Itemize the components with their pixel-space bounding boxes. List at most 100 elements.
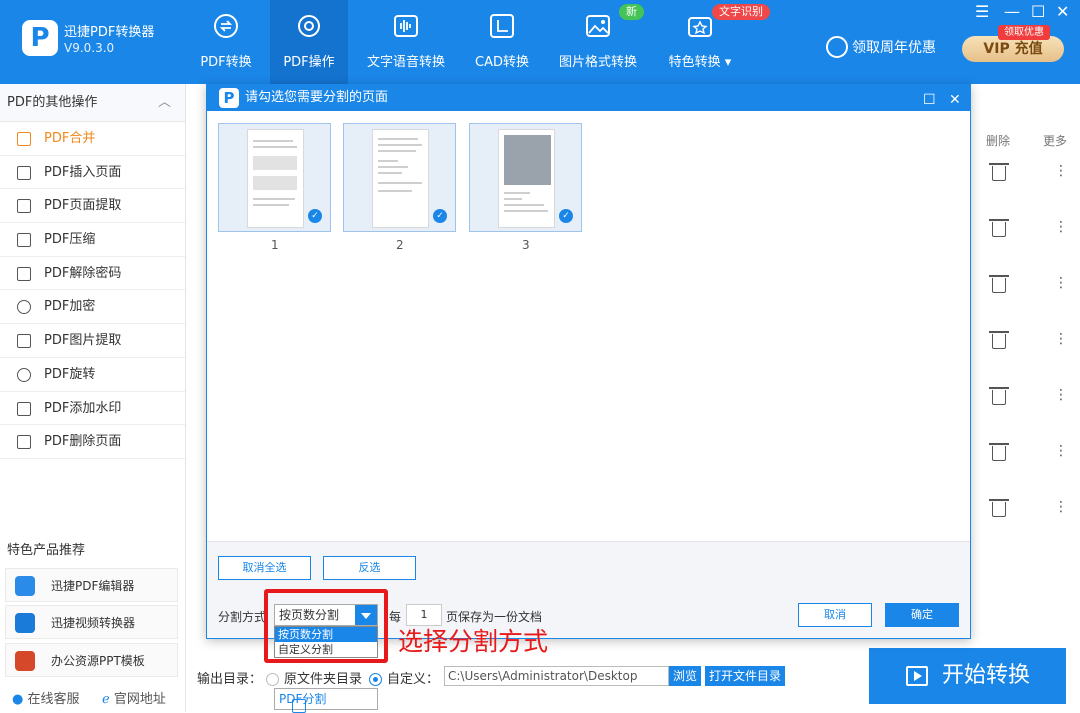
website-link[interactable]: ℯ 官网地址 (102, 688, 166, 707)
maximize-icon[interactable]: ☐ (1031, 2, 1045, 21)
tab-pdf-operation[interactable]: PDF操作 (270, 0, 348, 84)
sidebar-item-label: PDF解除密码 (44, 265, 122, 281)
tab-text-speech[interactable]: 文字语音转换 (362, 0, 450, 84)
close-icon[interactable]: ✕ (1056, 2, 1069, 21)
shield-icon (17, 300, 31, 315)
product-video-converter[interactable]: 迅捷视频转换器 (5, 605, 178, 639)
page-thumbnail[interactable]: ✓ (469, 123, 582, 232)
tab-label: CAD转换 (475, 55, 529, 70)
annotation-text: 选择分割方式 (398, 627, 549, 656)
more-icon[interactable]: ⋮ (1054, 388, 1068, 402)
page-thumbnail[interactable]: ✓ (343, 123, 456, 232)
trash-icon[interactable] (989, 275, 1009, 293)
more-icon[interactable]: ⋮ (1054, 276, 1068, 290)
sidebar-item-compress[interactable]: PDF压缩 (0, 223, 185, 257)
checkmark-icon[interactable]: ✓ (433, 209, 447, 223)
ppt-icon (15, 651, 35, 671)
trash-icon[interactable] (989, 219, 1009, 237)
dialog-title: 请勾选您需要分割的页面 (245, 90, 389, 105)
ie-icon: ℯ (102, 692, 110, 707)
extract-page-icon (17, 199, 31, 214)
more-icon[interactable]: ⋮ (1054, 332, 1068, 346)
radio-original-dir[interactable]: 原文件夹目录 (266, 668, 362, 687)
sidebar-item-delete-page[interactable]: PDF删除页面 (0, 425, 185, 459)
promo-label: 领取周年优惠 (852, 40, 936, 56)
radio-icon (266, 673, 279, 686)
minimize-icon[interactable]: — (1004, 2, 1020, 21)
invert-selection-button[interactable]: 反选 (323, 556, 416, 580)
sidebar-item-merge[interactable]: PDF合并 (0, 122, 185, 156)
user-icon (826, 36, 848, 58)
output-path-field[interactable]: C:\Users\Administrator\Desktop (444, 666, 669, 686)
product-pdf-editor[interactable]: 迅捷PDF编辑器 (5, 568, 178, 602)
maximize-icon[interactable]: ☐ (923, 87, 936, 113)
sidebar-item-label: PDF删除页面 (44, 434, 122, 450)
browse-button[interactable]: 浏览 (669, 666, 702, 686)
sidebar-item-watermark[interactable]: PDF添加水印 (0, 392, 185, 426)
app-version: V9.0.3.0 (64, 41, 115, 55)
deselect-all-button[interactable]: 取消全选 (218, 556, 311, 580)
sidebar-item-label: PDF页面提取 (44, 198, 122, 214)
checkmark-icon[interactable]: ✓ (559, 209, 573, 223)
radio-checked-icon (369, 673, 382, 686)
chevron-up-icon: ︿ (157, 95, 171, 110)
site-label: 官网地址 (113, 692, 166, 707)
tab-label: PDF操作 (283, 55, 335, 70)
sidebar-item-encrypt[interactable]: PDF加密 (0, 290, 185, 325)
sidebar-item-rotate[interactable]: PDF旋转 (0, 358, 185, 392)
dialog-title-bar: P 请勾选您需要分割的页面 ☐ ✕ (207, 85, 970, 111)
page-thumbnail[interactable]: ✓ (218, 123, 331, 232)
cancel-button[interactable]: 取消 (798, 603, 872, 627)
insert-page-icon (17, 165, 31, 180)
trash-icon[interactable] (989, 499, 1009, 517)
sidebar-item-insert-page[interactable]: PDF插入页面 (0, 156, 185, 190)
recommend-title: 特色产品推荐 (7, 543, 86, 558)
sidebar-item-image-extract[interactable]: PDF图片提取 (0, 324, 185, 358)
tab-cad[interactable]: CAD转换 (466, 0, 538, 84)
sidebar-item-label: PDF图片提取 (44, 333, 122, 349)
sidebar-header-label: PDF的其他操作 (7, 95, 98, 110)
output-label: 输出目录： (197, 672, 263, 687)
online-service-link[interactable]: ● 在线客服 (12, 688, 80, 707)
start-convert-button[interactable]: 开始转换 (869, 648, 1066, 704)
radio-custom-dir[interactable]: 自定义： (369, 668, 439, 687)
menu-icon[interactable]: ☰ (975, 2, 989, 21)
sidebar-item-label: PDF旋转 (44, 366, 96, 382)
product-label: 迅捷PDF编辑器 (51, 579, 135, 593)
sidebar-item-split[interactable]: PDF分割 (274, 688, 378, 713)
page-preview (372, 129, 429, 228)
page-number: 1 (271, 238, 279, 252)
sidebar-item-label: PDF添加水印 (44, 400, 122, 416)
more-icon[interactable]: ⋮ (1054, 500, 1068, 514)
product-ppt-templates[interactable]: 办公资源PPT模板 (5, 643, 178, 677)
video-converter-icon (15, 613, 35, 633)
sidebar-item-label: PDF加密 (44, 299, 96, 315)
ok-button[interactable]: 确定 (885, 603, 959, 627)
close-icon[interactable]: ✕ (949, 87, 961, 113)
rotate-icon (17, 367, 31, 382)
convert-icon (214, 14, 238, 38)
sidebar-header[interactable]: PDF的其他操作 ︿ (0, 84, 185, 122)
promo-link[interactable]: 领取周年优惠 (826, 36, 936, 59)
service-label: 在线客服 (27, 692, 80, 707)
delete-page-icon (17, 435, 31, 450)
image-icon (586, 15, 610, 37)
sound-wave-icon (394, 15, 418, 37)
more-icon[interactable]: ⋮ (1054, 444, 1068, 458)
column-more: 更多 (1043, 134, 1068, 148)
split-mode-label: 分割方式 (218, 610, 267, 624)
more-icon[interactable]: ⋮ (1054, 220, 1068, 234)
radio-label: 原文件夹目录 (284, 672, 363, 687)
open-folder-button[interactable]: 打开文件目录 (705, 666, 786, 686)
more-icon[interactable]: ⋮ (1054, 164, 1068, 178)
trash-icon[interactable] (989, 387, 1009, 405)
sidebar-item-remove-password[interactable]: PDF解除密码 (0, 257, 185, 291)
sidebar-item-extract-page[interactable]: PDF页面提取 (0, 189, 185, 224)
trash-icon[interactable] (989, 331, 1009, 349)
trash-icon[interactable] (989, 443, 1009, 461)
tab-pdf-convert[interactable]: PDF转换 (189, 0, 263, 84)
checkmark-icon[interactable]: ✓ (308, 209, 322, 223)
product-label: 办公资源PPT模板 (51, 654, 145, 668)
gear-icon (298, 15, 320, 37)
trash-icon[interactable] (989, 163, 1009, 181)
